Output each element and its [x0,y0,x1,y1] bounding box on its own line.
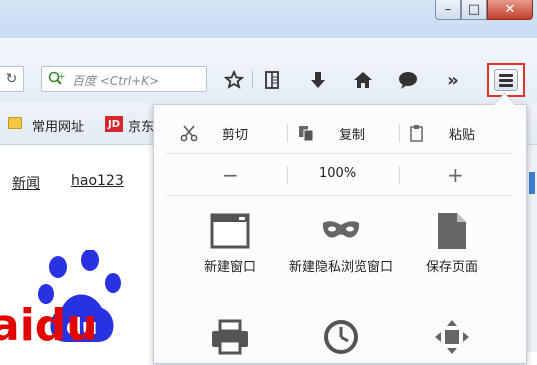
overflow-label: » [447,69,459,91]
new-window-button[interactable]: 新建窗口 [175,209,285,276]
title-bar: – □ ✕ [0,0,537,38]
scissors-icon [180,125,198,142]
reading-list-icon[interactable] [259,67,285,93]
zoom-controls-row: − 100% + [166,161,512,189]
window-controls: – □ ✕ [435,0,533,20]
paste-label: 粘贴 [449,127,476,143]
fullscreen-icon [435,320,469,354]
close-button[interactable]: ✕ [487,0,533,20]
main-menu-panel: 剪切 复制 粘贴 − 100% + 新建窗口 新建隐私浏览窗口 保存页面 [153,92,527,365]
hamburger-icon [494,69,518,91]
svg-text:+: + [58,72,66,82]
paste-icon [410,125,423,142]
search-engine-icon: + [48,71,66,85]
navigation-toolbar: ↻ + 百度 <Ctrl+K> » [0,38,537,103]
menu-button[interactable] [487,63,525,97]
edit-controls-row: 剪切 复制 粘贴 [166,119,512,147]
print-icon [212,319,248,355]
bookmark-item-jd[interactable]: 京东 [128,116,154,135]
minimize-icon: – [444,2,452,17]
new-private-window-label: 新建隐私浏览窗口 [288,260,393,275]
bookmark-item-frequent[interactable]: 常用网址 [32,116,84,135]
fullscreen-button[interactable] [397,315,507,365]
new-window-label: 新建窗口 [203,260,256,275]
print-button[interactable] [175,315,285,365]
nav-link-hao123[interactable]: hao123 [71,173,124,189]
chat-icon[interactable] [395,67,421,93]
maximize-button[interactable]: □ [461,0,487,20]
new-window-icon [210,213,250,249]
zoom-in-button[interactable]: + [447,163,464,187]
cut-label: 剪切 [222,127,249,143]
zoom-level[interactable]: 100% [319,166,356,181]
scrollbar-thumb[interactable] [529,172,535,194]
history-button[interactable] [286,315,396,365]
jd-badge: JD [107,118,121,130]
nav-link-news[interactable]: 新闻 [12,173,40,193]
search-input[interactable]: + 百度 <Ctrl+K> [41,66,207,92]
reload-icon: ↻ [5,71,18,87]
download-icon[interactable] [305,67,331,93]
save-page-icon [438,213,466,249]
save-page-label: 保存页面 [425,260,478,275]
menu-divider [166,195,512,196]
folder-icon [8,117,22,129]
baidu-logo-text: aidu [0,300,98,351]
copy-label: 复制 [339,127,366,143]
bookmark-star-icon[interactable] [221,67,247,93]
close-icon: ✕ [504,2,516,17]
overflow-chevrons-icon[interactable]: » [440,67,466,93]
menu-divider [166,153,512,154]
paste-button[interactable]: 粘贴 [409,119,475,147]
baidu-logo: du aidu [0,250,121,351]
new-private-window-button[interactable]: 新建隐私浏览窗口 [286,209,396,276]
history-clock-icon [324,320,358,354]
cut-button[interactable]: 剪切 [180,119,248,147]
search-placeholder: 百度 <Ctrl+K> [72,74,160,88]
maximize-icon: □ [467,2,481,17]
copy-button[interactable]: 复制 [297,119,365,147]
copy-icon [299,126,314,142]
reload-button[interactable]: ↻ [0,66,24,92]
toolbar-separator [252,71,253,89]
zoom-out-button[interactable]: − [222,163,239,187]
save-page-button[interactable]: 保存页面 [397,209,507,276]
minimize-button[interactable]: – [435,0,461,20]
private-mask-icon [322,221,360,238]
home-icon[interactable] [350,67,376,93]
jd-icon: JD [105,116,123,132]
